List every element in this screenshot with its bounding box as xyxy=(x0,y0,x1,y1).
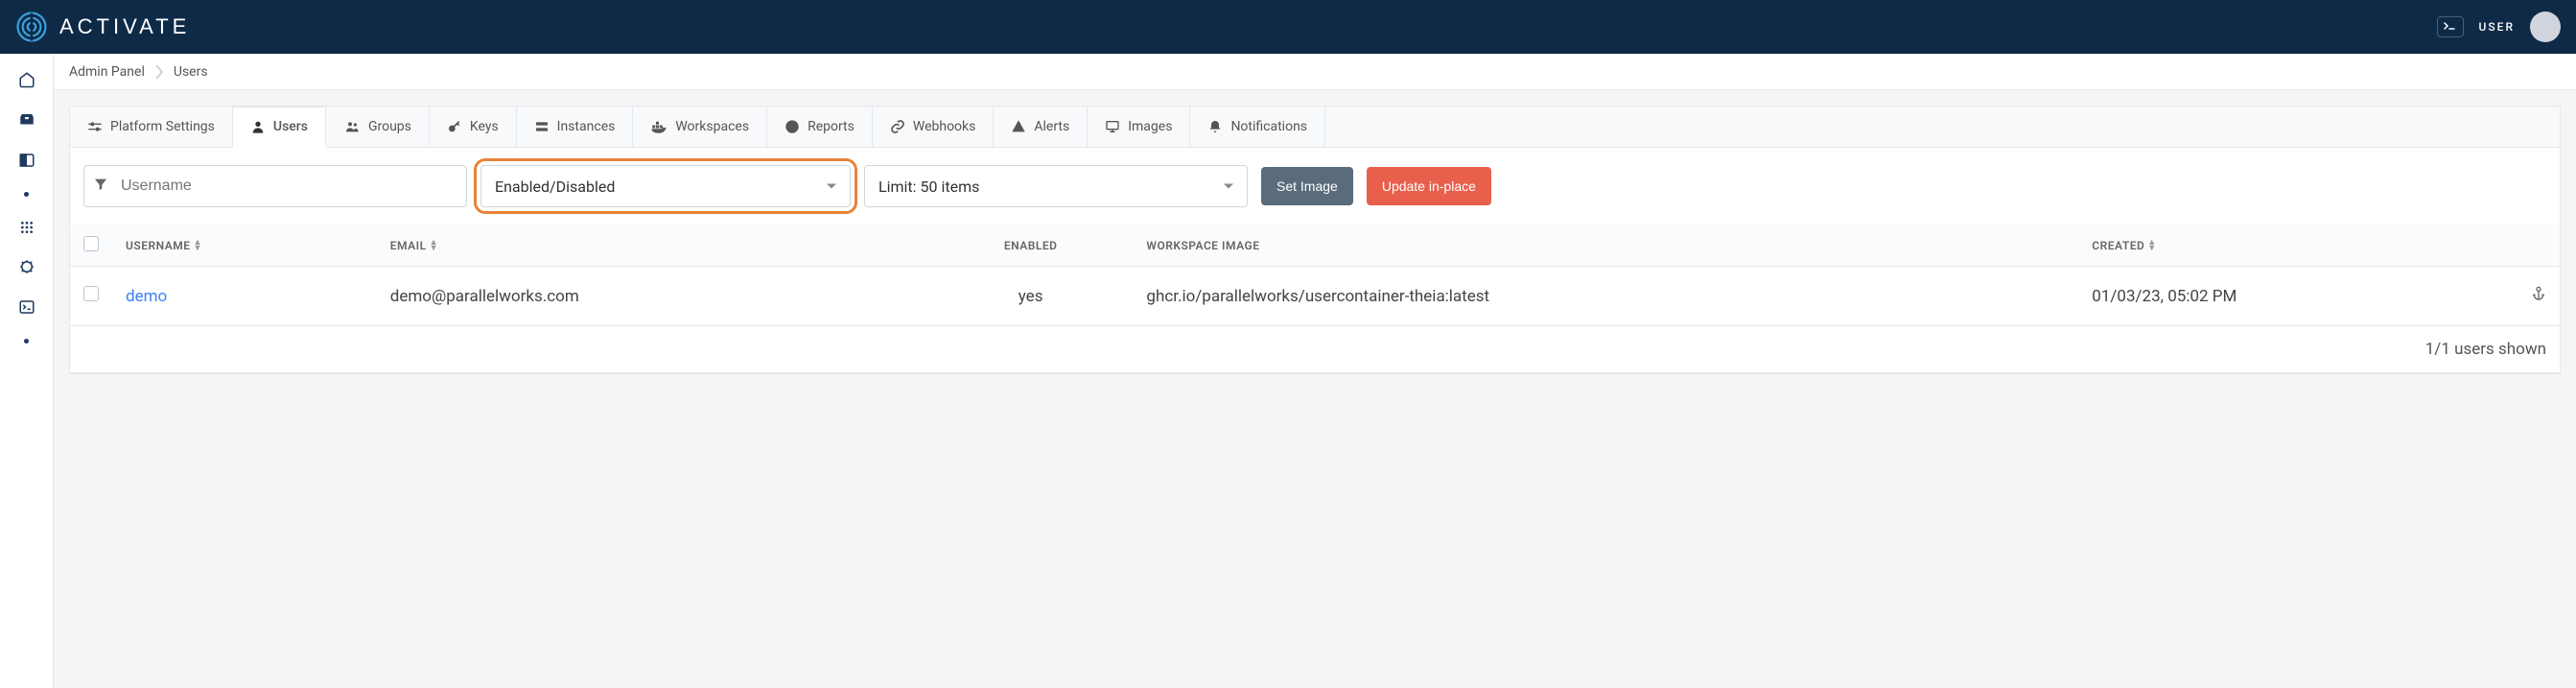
sidenav xyxy=(0,54,54,688)
tab-label: Platform Settings xyxy=(110,119,215,134)
filter-bar: Enabled/Disabled Limit: 50 items Set Ima… xyxy=(70,148,2560,225)
tab-label: Groups xyxy=(368,119,411,134)
cell-workspace-image: ghcr.io/parallelworks/usercontainer-thei… xyxy=(1133,267,2078,326)
username-filter-input[interactable] xyxy=(83,165,467,207)
tab-label: Notifications xyxy=(1230,119,1307,134)
inbox-icon xyxy=(18,111,35,129)
sort-icon: ▲▼ xyxy=(193,240,201,251)
logo-icon xyxy=(15,11,48,43)
grid-icon xyxy=(19,220,35,235)
filter-icon xyxy=(93,177,108,196)
bell-icon xyxy=(1207,119,1223,134)
panels-icon xyxy=(18,152,35,169)
sidenav-terminal[interactable] xyxy=(18,298,35,316)
users-icon xyxy=(343,119,361,134)
update-in-place-button[interactable]: Update in-place xyxy=(1367,167,1491,205)
col-email[interactable]: EMAIL▲▼ xyxy=(377,225,928,267)
select-all-checkbox[interactable] xyxy=(83,236,99,251)
tab-instances[interactable]: Instances xyxy=(517,107,634,147)
footer-text: 1/1 users shown xyxy=(70,326,2560,373)
terminal-nav-icon xyxy=(18,298,35,316)
sidenav-grid[interactable] xyxy=(19,220,35,235)
table-row: demo demo@parallelworks.com yes ghcr.io/… xyxy=(70,267,2560,326)
chevron-right-icon xyxy=(154,63,164,81)
sort-icon: ▲▼ xyxy=(2147,240,2156,251)
link-icon xyxy=(890,119,905,134)
avatar[interactable] xyxy=(2530,12,2561,42)
tab-label: Users xyxy=(273,119,308,134)
table-footer: 1/1 users shown xyxy=(70,326,2560,373)
tab-images[interactable]: Images xyxy=(1088,107,1190,147)
sliders-icon xyxy=(87,119,103,134)
col-enabled: ENABLED xyxy=(928,225,1134,267)
user-label[interactable]: USER xyxy=(2479,20,2515,34)
tab-reports[interactable]: Reports xyxy=(767,107,873,147)
brand-logo[interactable]: ACTIVATE xyxy=(15,11,190,43)
terminal-icon xyxy=(2443,21,2458,33)
monitor-icon xyxy=(1105,119,1120,134)
pie-icon xyxy=(785,119,800,134)
username-link[interactable]: demo xyxy=(126,287,167,306)
cell-created: 01/03/23, 05:02 PM xyxy=(2078,267,2517,326)
tab-label: Webhooks xyxy=(913,119,976,134)
tab-label: Workspaces xyxy=(675,119,749,134)
tab-platform-settings[interactable]: Platform Settings xyxy=(70,107,233,147)
server-icon xyxy=(534,119,550,134)
admin-panel: Platform Settings Users Groups Keys Inst… xyxy=(69,106,2561,374)
docker-icon xyxy=(650,119,667,134)
tab-workspaces[interactable]: Workspaces xyxy=(633,107,767,147)
col-workspace-image: WORKSPACE IMAGE xyxy=(1133,225,2078,267)
tab-notifications[interactable]: Notifications xyxy=(1190,107,1325,147)
alert-icon xyxy=(1011,119,1026,134)
select-value: Enabled/Disabled xyxy=(495,178,615,196)
tab-label: Instances xyxy=(557,119,616,134)
breadcrumb: Admin Panel Users xyxy=(54,54,2576,90)
sidenav-dot-2[interactable] xyxy=(24,339,29,344)
sort-icon: ▲▼ xyxy=(430,240,438,251)
row-checkbox[interactable] xyxy=(83,286,99,301)
status-filter-select[interactable]: Enabled/Disabled xyxy=(480,165,851,207)
sidenav-panels[interactable] xyxy=(18,152,35,169)
sidenav-home[interactable] xyxy=(18,71,35,88)
tab-users[interactable]: Users xyxy=(233,107,326,148)
terminal-button[interactable] xyxy=(2437,16,2464,37)
row-action[interactable] xyxy=(2517,267,2560,326)
sidenav-dot[interactable] xyxy=(24,192,29,197)
brand-text: ACTIVATE xyxy=(59,14,190,39)
tab-keys[interactable]: Keys xyxy=(430,107,517,147)
sidenav-inbox[interactable] xyxy=(18,111,35,129)
bug-icon xyxy=(18,258,35,275)
topbar: ACTIVATE USER xyxy=(0,0,2576,54)
key-icon xyxy=(447,119,462,134)
sidenav-bug[interactable] xyxy=(18,258,35,275)
users-table: USERNAME▲▼ EMAIL▲▼ ENABLED WORKSPACE IMA… xyxy=(70,225,2560,373)
breadcrumb-root[interactable]: Admin Panel xyxy=(69,64,145,80)
set-image-button[interactable]: Set Image xyxy=(1261,167,1353,205)
home-icon xyxy=(18,71,35,88)
tabs: Platform Settings Users Groups Keys Inst… xyxy=(70,107,2560,148)
cell-enabled: yes xyxy=(928,267,1134,326)
col-created[interactable]: CREATED▲▼ xyxy=(2078,225,2517,267)
col-username[interactable]: USERNAME▲▼ xyxy=(112,225,377,267)
tab-label: Reports xyxy=(808,119,855,134)
anchor-icon xyxy=(2531,286,2546,301)
select-value: Limit: 50 items xyxy=(878,178,979,196)
tab-label: Alerts xyxy=(1034,119,1069,134)
tab-alerts[interactable]: Alerts xyxy=(994,107,1088,147)
tab-label: Images xyxy=(1128,119,1172,134)
user-icon xyxy=(250,119,266,134)
tab-label: Keys xyxy=(470,119,499,134)
tab-webhooks[interactable]: Webhooks xyxy=(873,107,995,147)
cell-email: demo@parallelworks.com xyxy=(377,267,928,326)
limit-select[interactable]: Limit: 50 items xyxy=(864,165,1248,207)
tab-groups[interactable]: Groups xyxy=(326,107,430,147)
breadcrumb-current: Users xyxy=(174,64,208,80)
